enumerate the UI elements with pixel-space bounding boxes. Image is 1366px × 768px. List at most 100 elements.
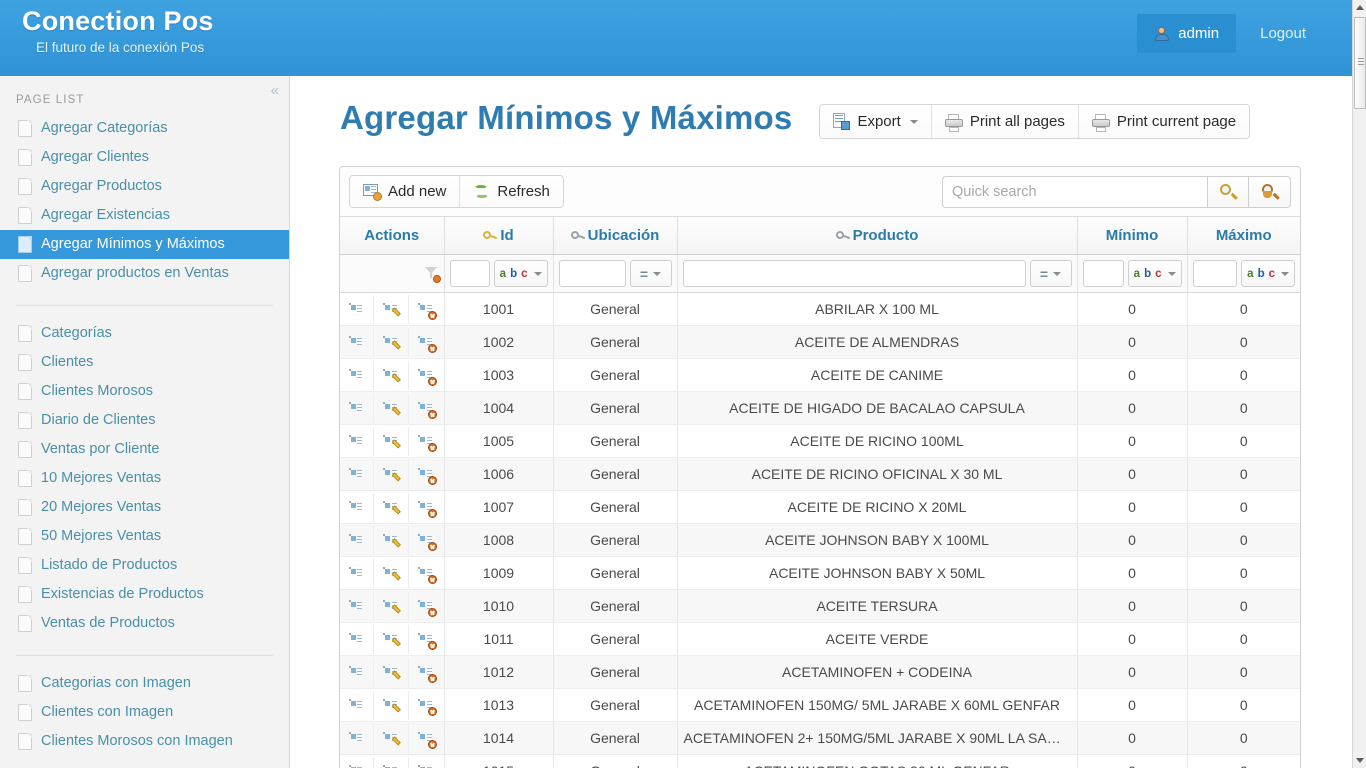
grid-filter-operator-1[interactable]: abc [494,260,548,287]
view-card-action-button[interactable] [340,460,374,489]
sidebar-item-clientes[interactable]: Clientes [0,348,289,377]
add-new-button[interactable]: Add new [350,176,460,207]
table-row[interactable]: 1007GeneralACEITE DE RICINO X 20ML00 [340,491,1300,524]
scroll-down-arrow-icon[interactable] [1353,753,1366,768]
table-row[interactable]: 1012GeneralACETAMINOFEN + CODEINA00 [340,656,1300,689]
sidebar-item-existencias-de-productos[interactable]: Existencias de Productos [0,580,289,609]
delete-action-button[interactable] [409,295,443,324]
edit-pencil-action-button[interactable] [374,526,408,555]
table-row[interactable]: 1010GeneralACEITE TERSURA00 [340,590,1300,623]
edit-pencil-action-button[interactable] [374,328,408,357]
edit-pencil-action-button[interactable] [374,658,408,687]
grid-column-header-producto[interactable]: Producto [677,217,1077,255]
table-row[interactable]: 1005GeneralACEITE DE RICINO 100ML00 [340,425,1300,458]
print-current-page-button[interactable]: Print current page [1079,105,1249,138]
sidebar-collapse-chevron-icon[interactable]: « [271,83,279,98]
grid-filter-operator-2[interactable]: = [630,260,672,287]
print-all-pages-button[interactable]: Print all pages [932,105,1079,138]
export-button[interactable]: Export [820,105,931,138]
delete-action-button[interactable] [409,691,443,720]
delete-action-button[interactable] [409,460,443,489]
delete-action-button[interactable] [409,757,443,768]
edit-pencil-action-button[interactable] [374,757,408,768]
sidebar-item-agregar-productos[interactable]: Agregar Productos [0,172,289,201]
table-row[interactable]: 1003GeneralACEITE DE CANIME00 [340,359,1300,392]
grid-column-header-id[interactable]: Id [444,217,553,255]
sidebar-item-categor-as[interactable]: Categorías [0,319,289,348]
grid-filter-input-5[interactable] [1193,260,1238,287]
delete-action-button[interactable] [409,658,443,687]
sidebar-item-agregar-clientes[interactable]: Agregar Clientes [0,143,289,172]
grid-column-header-m-nimo[interactable]: Mínimo [1077,217,1187,255]
edit-pencil-action-button[interactable] [374,361,408,390]
delete-action-button[interactable] [409,328,443,357]
sidebar-item-ventas-por-cliente[interactable]: Ventas por Cliente [0,435,289,464]
edit-pencil-action-button[interactable] [374,559,408,588]
delete-action-button[interactable] [409,427,443,456]
delete-action-button[interactable] [409,559,443,588]
table-row[interactable]: 1011GeneralACEITE VERDE00 [340,623,1300,656]
view-card-action-button[interactable] [340,493,374,522]
sidebar-item-agregar-categor-as[interactable]: Agregar Categorías [0,114,289,143]
clear-filter-funnel-icon[interactable] [424,266,439,281]
edit-pencil-action-button[interactable] [374,394,408,423]
sidebar-item-categorias-con-imagen[interactable]: Categorias con Imagen [0,669,289,698]
table-row[interactable]: 1015GeneralACETAMINOFEN GOTAS 30 ML GENF… [340,755,1300,768]
table-row[interactable]: 1008GeneralACEITE JOHNSON BABY X 100ML00 [340,524,1300,557]
edit-pencil-action-button[interactable] [374,592,408,621]
edit-pencil-action-button[interactable] [374,625,408,654]
delete-action-button[interactable] [409,361,443,390]
view-card-action-button[interactable] [340,757,374,768]
sidebar-item-20-mejores-ventas[interactable]: 20 Mejores Ventas [0,493,289,522]
view-card-action-button[interactable] [340,328,374,357]
edit-pencil-action-button[interactable] [374,427,408,456]
view-card-action-button[interactable] [340,625,374,654]
view-card-action-button[interactable] [340,394,374,423]
sidebar-item-agregar-m-nimos-y-m-ximos[interactable]: Agregar Mínimos y Máximos [0,230,289,259]
view-card-action-button[interactable] [340,559,374,588]
sidebar-item-clientes-con-imagen[interactable]: Clientes con Imagen [0,698,289,727]
table-row[interactable]: 1001GeneralABRILAR X 100 ML00 [340,293,1300,326]
view-card-action-button[interactable] [340,724,374,753]
view-card-action-button[interactable] [340,592,374,621]
table-row[interactable]: 1014GeneralACETAMINOFEN 2+ 150MG/5ML JAR… [340,722,1300,755]
delete-action-button[interactable] [409,526,443,555]
search-input[interactable] [942,176,1207,208]
view-card-action-button[interactable] [340,427,374,456]
delete-action-button[interactable] [409,625,443,654]
grid-filter-operator-3[interactable]: = [1030,260,1072,287]
sidebar-item-50-mejores-ventas[interactable]: 50 Mejores Ventas [0,522,289,551]
grid-filter-input-1[interactable] [450,260,490,287]
edit-pencil-action-button[interactable] [374,295,408,324]
advanced-search-button[interactable] [1249,176,1291,208]
table-row[interactable]: 1004GeneralACEITE DE HIGADO DE BACALAO C… [340,392,1300,425]
view-card-action-button[interactable] [340,691,374,720]
sidebar-item-agregar-productos-en-ventas[interactable]: Agregar productos en Ventas [0,259,289,288]
view-card-action-button[interactable] [340,295,374,324]
table-row[interactable]: 1013GeneralACETAMINOFEN 150MG/ 5ML JARAB… [340,689,1300,722]
edit-pencil-action-button[interactable] [374,460,408,489]
grid-filter-operator-5[interactable]: abc [1241,260,1295,287]
search-button[interactable] [1207,176,1249,208]
page-vertical-scrollbar[interactable] [1352,0,1366,768]
sidebar-item-clientes-morosos-con-imagen[interactable]: Clientes Morosos con Imagen [0,727,289,756]
admin-user-button[interactable]: admin [1137,14,1236,53]
view-card-action-button[interactable] [340,658,374,687]
edit-pencil-action-button[interactable] [374,493,408,522]
logout-link[interactable]: Logout [1260,25,1306,42]
view-card-action-button[interactable] [340,526,374,555]
delete-action-button[interactable] [409,394,443,423]
delete-action-button[interactable] [409,592,443,621]
sidebar-item-10-mejores-ventas[interactable]: 10 Mejores Ventas [0,464,289,493]
grid-column-header-ubicaci-n[interactable]: Ubicación [553,217,677,255]
edit-pencil-action-button[interactable] [374,724,408,753]
grid-filter-input-2[interactable] [559,260,626,287]
refresh-button[interactable]: Refresh [460,176,563,207]
grid-column-header-actions[interactable]: Actions [340,217,444,255]
sidebar-item-agregar-existencias[interactable]: Agregar Existencias [0,201,289,230]
grid-filter-operator-4[interactable]: abc [1128,260,1182,287]
grid-filter-input-3[interactable] [683,260,1026,287]
scrollbar-thumb[interactable] [1354,17,1366,109]
grid-filter-input-4[interactable] [1083,260,1124,287]
view-card-action-button[interactable] [340,361,374,390]
